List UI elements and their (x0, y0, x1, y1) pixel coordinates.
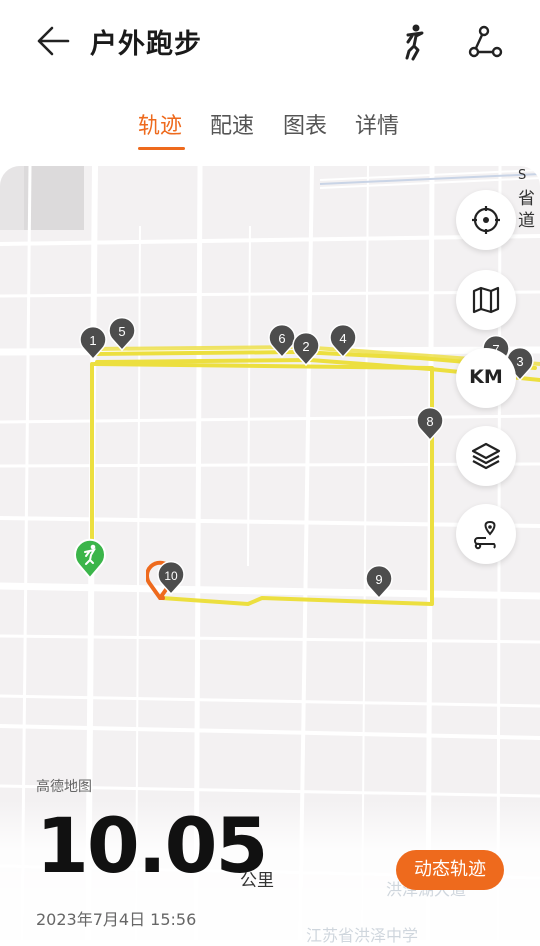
map-mode-button[interactable] (456, 270, 516, 330)
tab-details[interactable]: 详情 (355, 108, 399, 140)
km-marker-8[interactable]: 8 (416, 406, 444, 442)
layers-button[interactable] (456, 426, 516, 486)
app-header: 户外跑步 (0, 0, 540, 84)
svg-text:5: 5 (118, 324, 125, 339)
locate-icon (472, 206, 500, 234)
km-marker-9[interactable]: 9 (365, 564, 393, 600)
svg-text:6: 6 (278, 331, 285, 346)
start-marker[interactable] (74, 538, 106, 580)
faint-place-label: 江苏省洪泽中学 (306, 926, 419, 945)
tab-track[interactable]: 轨迹 (138, 108, 182, 140)
km-marker-10[interactable]: 10 (157, 560, 185, 596)
km-marker-1[interactable]: 1 (79, 325, 107, 361)
route-replay-button[interactable] (456, 504, 516, 564)
tab-pace[interactable]: 配速 (210, 108, 254, 140)
km-marker-2[interactable]: 2 (292, 331, 320, 367)
svg-text:2: 2 (302, 339, 309, 354)
workout-date: 2023年7月4日 15:56 (36, 910, 197, 929)
km-marker-toggle[interactable]: KM (456, 348, 516, 408)
distance-value: 10.05 (36, 801, 268, 890)
runner-icon[interactable] (394, 22, 434, 62)
map-attribution: 高德地图 (36, 779, 92, 795)
locate-button[interactable] (456, 190, 516, 250)
page-title: 户外跑步 (90, 29, 202, 60)
svg-text:4: 4 (339, 331, 346, 346)
map-mode-icon (472, 286, 500, 314)
active-tab-indicator (138, 147, 185, 150)
km-marker-4[interactable]: 4 (329, 323, 357, 359)
tab-bar: 轨迹 配速 图表 详情 (0, 108, 540, 158)
svg-text:8: 8 (426, 414, 433, 429)
route-share-icon[interactable] (466, 22, 506, 62)
distance-unit: 公里 (240, 871, 274, 891)
svg-text:9: 9 (375, 572, 382, 587)
svg-text:1: 1 (89, 333, 96, 348)
tab-chart[interactable]: 图表 (283, 108, 327, 140)
km-label: KM (469, 366, 503, 388)
road-label-prefix: S (518, 168, 527, 183)
svg-text:10: 10 (164, 569, 178, 583)
back-arrow-icon[interactable] (34, 24, 72, 58)
layers-icon (471, 442, 501, 470)
svg-text:3: 3 (516, 354, 523, 369)
km-marker-5[interactable]: 5 (108, 316, 136, 352)
route-replay-icon (474, 520, 496, 550)
road-label-2: 道 (518, 211, 535, 231)
dynamic-track-button[interactable]: 动态轨迹 (396, 850, 504, 890)
